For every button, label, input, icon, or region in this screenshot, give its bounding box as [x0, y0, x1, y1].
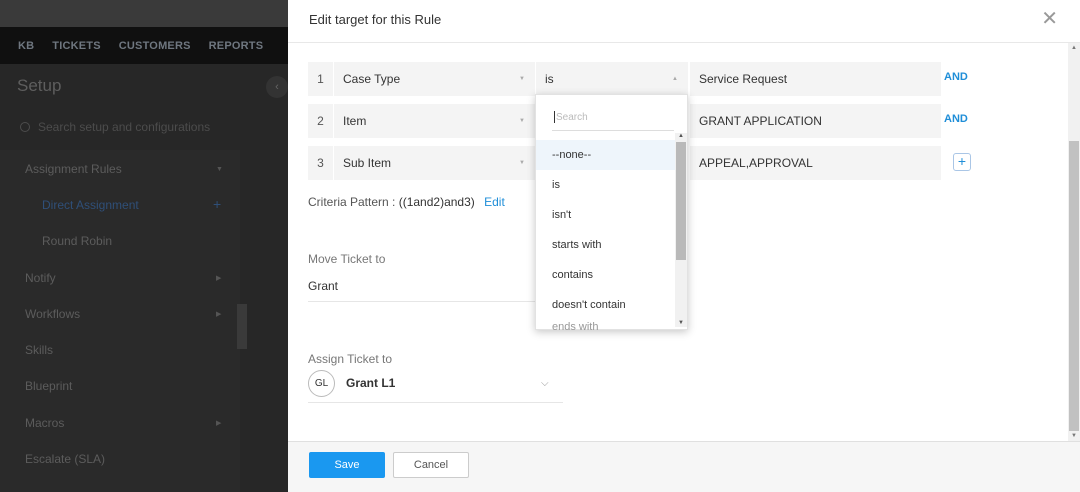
modal-title: Edit target for this Rule [309, 12, 442, 27]
scroll-up-icon[interactable]: ▲ [678, 133, 684, 139]
scroll-thumb[interactable] [1069, 141, 1079, 431]
field-value: Sub Item [343, 156, 392, 170]
scroll-thumb[interactable] [676, 142, 686, 260]
value-field[interactable]: GRANT APPLICATION [690, 104, 941, 138]
sidebar-scrollbar[interactable] [237, 304, 247, 349]
setup-sidebar: Setup ‹ Search setup and configurations … [0, 64, 288, 492]
chevron-down-icon[interactable]: ⌵ [541, 378, 549, 389]
field-select[interactable]: Item ▼ [334, 104, 535, 138]
dropdown-option[interactable]: ends with [536, 320, 675, 330]
save-button[interactable]: Save [309, 452, 385, 478]
top-nav: KB TICKETS CUSTOMERS REPORTS [0, 27, 288, 64]
avatar: GL [308, 370, 335, 397]
criteria-pattern-label: Criteria Pattern : [308, 195, 396, 209]
chevron-right-icon: ▶ [216, 420, 222, 427]
dropdown-option[interactable]: is [536, 170, 675, 200]
scroll-down-icon[interactable]: ▼ [678, 320, 684, 326]
dropdown-option[interactable]: --none-- [536, 140, 675, 170]
cancel-button[interactable]: Cancel [393, 452, 469, 478]
modal-header: Edit target for this Rule ✕ [288, 0, 1080, 43]
menu-item-assignment-rules[interactable]: Assignment Rules [25, 162, 122, 176]
dropdown-options: --none-- is isn't starts with contains d… [536, 140, 675, 330]
and-connector-2[interactable]: AND [944, 113, 968, 125]
value-field[interactable]: APPEAL,APPROVAL [690, 146, 941, 180]
modal-footer: Save Cancel [288, 441, 1080, 492]
dropdown-option[interactable]: doesn't contain [536, 290, 675, 320]
value-field[interactable]: Service Request [690, 62, 941, 96]
chevron-down-icon: ▼ [216, 166, 223, 173]
menu-item-blueprint[interactable]: Blueprint [25, 379, 72, 393]
menu-item-round-robin[interactable]: Round Robin [42, 234, 112, 248]
menu-item-skills[interactable]: Skills [25, 343, 53, 357]
criteria-number: 2 [308, 104, 333, 138]
field-select[interactable]: Sub Item ▼ [334, 146, 535, 180]
operator-value: is [545, 72, 554, 86]
add-criteria-button[interactable]: + [953, 153, 971, 171]
dropdown-option[interactable]: contains [536, 260, 675, 290]
assign-ticket-label: Assign Ticket to [308, 352, 393, 366]
setup-search[interactable]: Search setup and configurations [20, 120, 210, 134]
modal-body: 1 Case Type ▼ is ▲ Service Request AND 2… [288, 43, 1080, 441]
dropdown-search-placeholder: Search [556, 112, 588, 123]
field-value: Item [343, 114, 367, 128]
nav-kb[interactable]: KB [18, 40, 34, 52]
dropdown-option[interactable]: isn't [536, 200, 675, 230]
add-icon[interactable]: + [213, 196, 221, 212]
scroll-up-icon[interactable]: ▲ [1071, 45, 1077, 51]
search-icon [20, 122, 30, 132]
nav-customers[interactable]: CUSTOMERS [119, 40, 191, 52]
nav-tickets[interactable]: TICKETS [52, 40, 100, 52]
menu-item-direct-assignment[interactable]: Direct Assignment [42, 198, 139, 212]
caret-down-icon: ▼ [519, 76, 525, 82]
move-ticket-label: Move Ticket to [308, 252, 386, 266]
menu-item-workflows[interactable]: Workflows [25, 307, 80, 321]
edit-pattern-link[interactable]: Edit [484, 195, 505, 209]
caret-up-icon: ▲ [672, 76, 678, 82]
chevron-right-icon: ▶ [216, 275, 222, 282]
criteria-number: 1 [308, 62, 333, 96]
dropdown-scrollbar[interactable]: ▲ ▼ [675, 133, 687, 327]
dropdown-search-input[interactable]: Search [552, 107, 674, 131]
chevron-right-icon: ▶ [216, 311, 222, 318]
divider [308, 301, 536, 302]
assignee-name[interactable]: Grant L1 [346, 376, 395, 390]
operator-select[interactable]: is ▲ [536, 62, 688, 96]
caret-down-icon: ▼ [519, 160, 525, 166]
criteria-number: 3 [308, 146, 333, 180]
field-value: Case Type [343, 72, 401, 86]
criteria-row-1: 1 Case Type ▼ is ▲ Service Request [308, 62, 941, 96]
operator-dropdown: Search --none-- is isn't starts with con… [535, 94, 688, 330]
and-connector-1[interactable]: AND [944, 71, 968, 83]
caret-down-icon: ▼ [519, 118, 525, 124]
nav-reports[interactable]: REPORTS [209, 40, 264, 52]
move-ticket-value[interactable]: Grant [308, 279, 338, 293]
app-top-bar [0, 0, 288, 27]
criteria-pattern: Criteria Pattern : ((1and2)and3) Edit [308, 195, 505, 209]
menu-item-macros[interactable]: Macros [25, 416, 64, 430]
setup-title: Setup [17, 76, 62, 95]
close-icon[interactable]: ✕ [1041, 9, 1058, 29]
divider [308, 402, 563, 403]
menu-item-notify[interactable]: Notify [25, 271, 56, 285]
setup-menu: Assignment Rules ▼ Direct Assignment + R… [0, 150, 240, 492]
criteria-pattern-value: ((1and2)and3) [398, 195, 475, 209]
dropdown-option[interactable]: starts with [536, 230, 675, 260]
collapse-icon[interactable]: ‹ [266, 76, 288, 98]
edit-target-modal: Edit target for this Rule ✕ 1 Case Type … [288, 0, 1080, 492]
setup-search-placeholder: Search setup and configurations [38, 120, 211, 134]
text-cursor [554, 111, 555, 124]
scroll-down-icon[interactable]: ▼ [1071, 433, 1077, 439]
field-select[interactable]: Case Type ▼ [334, 62, 535, 96]
modal-scrollbar[interactable]: ▲ ▼ [1068, 43, 1080, 441]
menu-item-escalate[interactable]: Escalate (SLA) [25, 452, 105, 466]
